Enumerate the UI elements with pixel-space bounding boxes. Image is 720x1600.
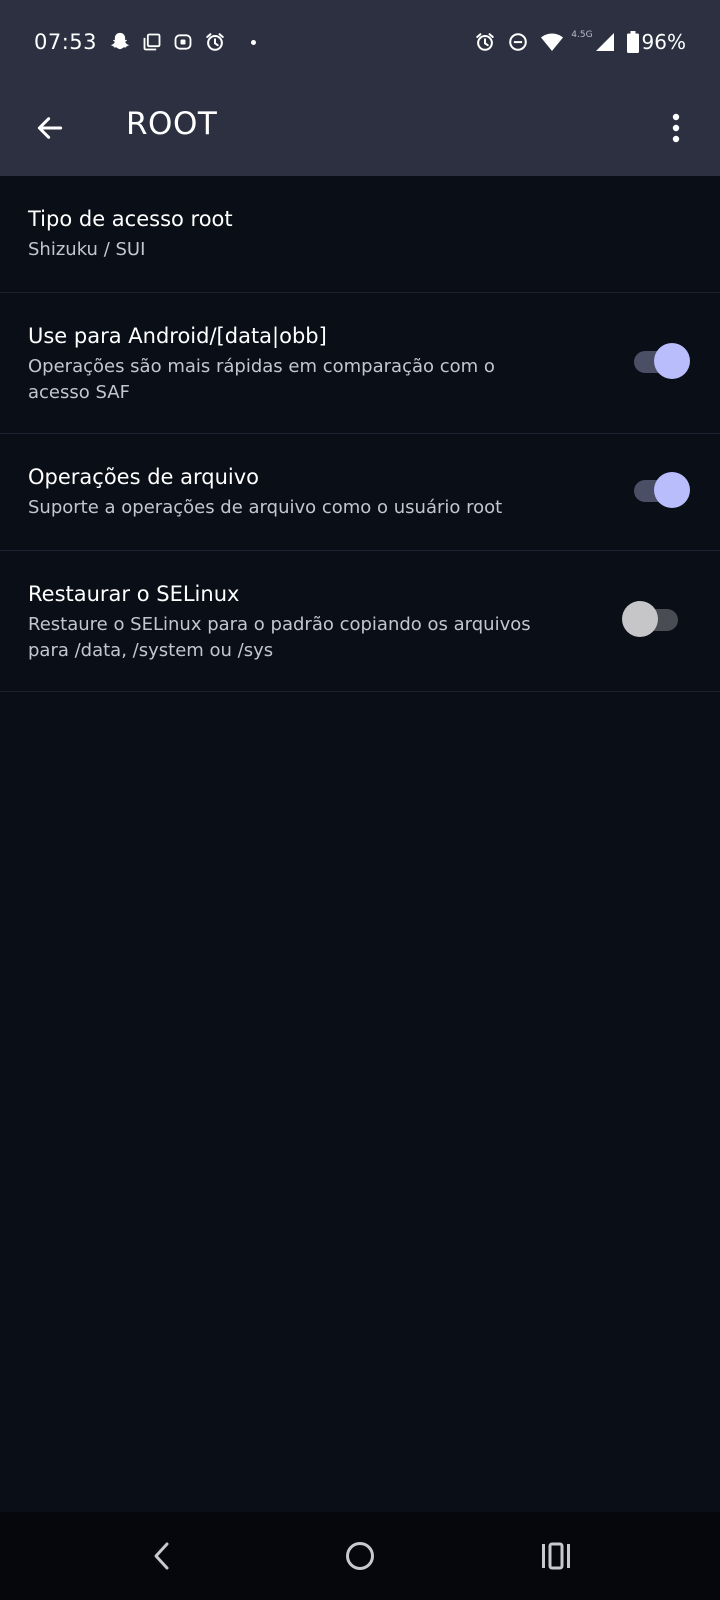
pref-subtitle: Shizuku / SUI <box>28 239 146 260</box>
pref-title: Use para Android/[data|obb] <box>28 324 327 348</box>
pref-text: Tipo de acesso root Shizuku / SUI <box>28 204 548 263</box>
pref-title: Tipo de acesso root <box>28 207 233 231</box>
toggle-thumb <box>622 601 658 637</box>
toggle-switch[interactable] <box>622 599 678 639</box>
pref-text: Restaurar o SELinux Restaure o SELinux p… <box>28 579 548 664</box>
nav-home-icon <box>346 1542 374 1570</box>
back-button[interactable] <box>26 104 74 152</box>
battery-percent: 96% <box>641 30 686 54</box>
pref-use-for-android-data-obb[interactable]: Use para Android/[data|obb] Operações sã… <box>0 293 720 434</box>
battery-icon <box>626 31 639 53</box>
alarm-icon <box>474 31 496 53</box>
pref-root-access-type[interactable]: Tipo de acesso root Shizuku / SUI <box>0 176 720 293</box>
pref-file-operations[interactable]: Operações de arquivo Suporte a operações… <box>0 434 720 551</box>
toggle-thumb <box>654 472 690 508</box>
alarm-icon <box>204 31 226 53</box>
app-bar: ROOT <box>0 84 720 176</box>
wifi-icon <box>540 31 564 53</box>
nav-home-button[interactable] <box>332 1532 388 1580</box>
pref-subtitle: Restaure o SELinux para o padrão copiand… <box>28 614 531 661</box>
pref-text: Use para Android/[data|obb] Operações sã… <box>28 321 548 406</box>
header: 07:53 4.5G 96% ROOT <box>0 0 720 176</box>
toggle-switch[interactable] <box>634 341 690 381</box>
screen-record-icon <box>173 32 193 52</box>
snapchat-icon <box>109 31 131 53</box>
pref-subtitle: Operações são mais rápidas em comparação… <box>28 356 495 403</box>
pref-subtitle: Suporte a operações de arquivo como o us… <box>28 497 503 518</box>
nav-recents-icon <box>542 1542 570 1570</box>
dot-icon <box>251 39 257 45</box>
toggle-switch[interactable] <box>634 470 690 510</box>
nav-back-button[interactable] <box>134 1532 190 1580</box>
arrow-back-icon <box>37 117 63 139</box>
toggle-thumb <box>654 343 690 379</box>
pref-title: Operações de arquivo <box>28 465 260 489</box>
cell-signal-icon <box>595 32 615 52</box>
status-left: 07:53 <box>34 30 257 54</box>
nav-recents-button[interactable] <box>528 1532 584 1580</box>
copy-icon <box>142 32 162 52</box>
pref-restore-selinux[interactable]: Restaurar o SELinux Restaure o SELinux p… <box>0 551 720 692</box>
do-not-disturb-icon <box>507 31 529 53</box>
network-type-label: 4.5G <box>571 30 593 40</box>
status-bar: 07:53 4.5G 96% <box>0 0 720 84</box>
status-right: 4.5G 96% <box>463 30 686 54</box>
page-title: ROOT <box>126 106 218 142</box>
screen: 07:53 4.5G 96% ROOT Tipo de acesso root … <box>0 0 720 1600</box>
status-clock: 07:53 <box>34 30 98 54</box>
pref-text: Operações de arquivo Suporte a operações… <box>28 462 548 521</box>
pref-title: Restaurar o SELinux <box>28 582 240 606</box>
more-vert-icon <box>672 113 680 143</box>
navigation-bar <box>0 1512 720 1600</box>
preferences-list: Tipo de acesso root Shizuku / SUI Use pa… <box>0 176 720 692</box>
nav-back-icon <box>154 1542 169 1570</box>
overflow-menu-button[interactable] <box>656 104 696 152</box>
